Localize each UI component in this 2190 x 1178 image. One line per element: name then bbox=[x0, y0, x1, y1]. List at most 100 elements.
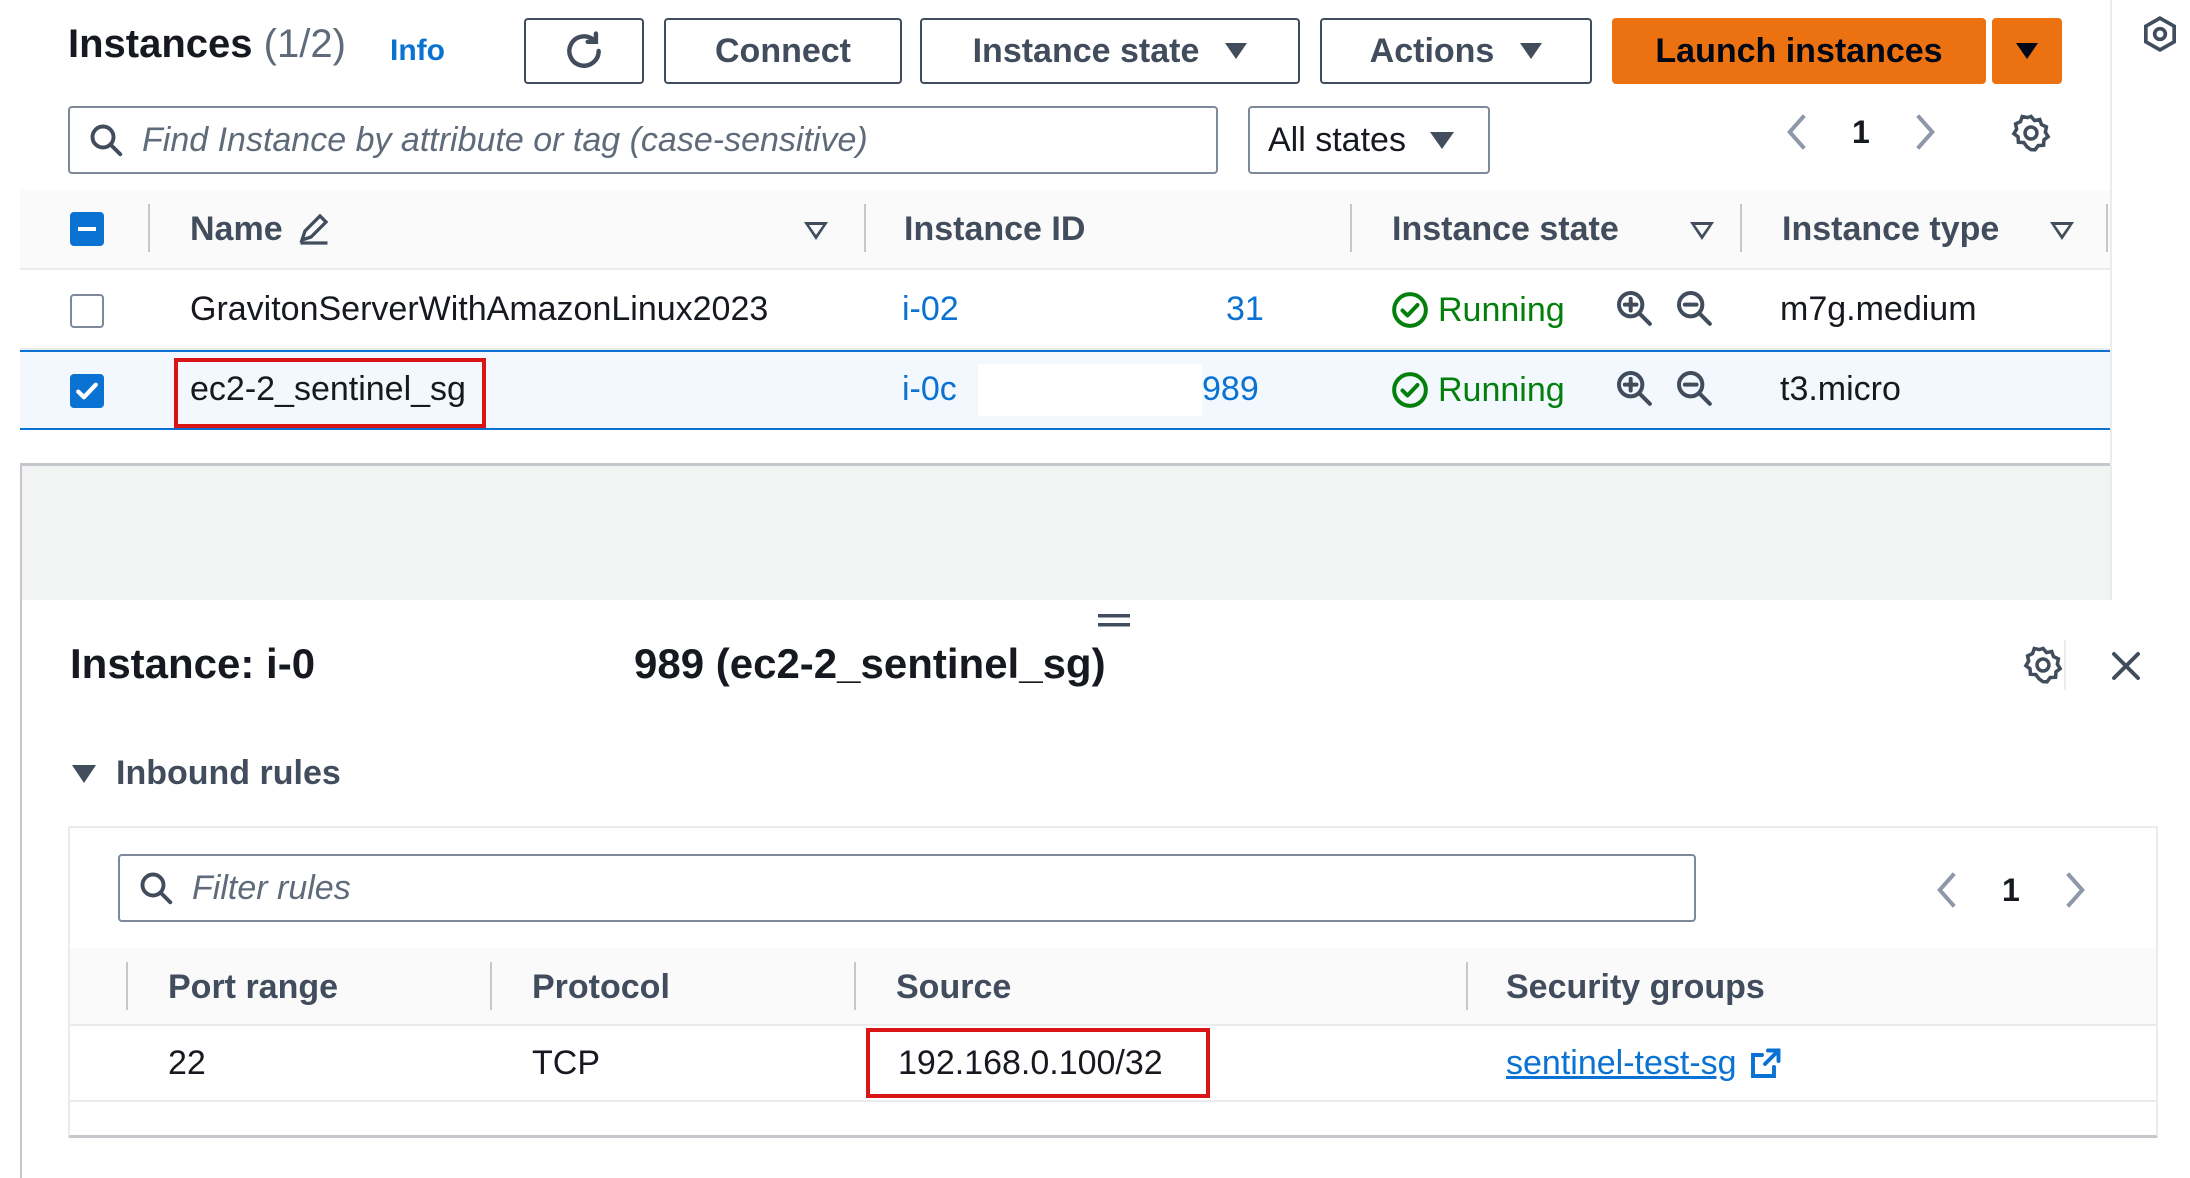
indeterminate-mark bbox=[78, 227, 96, 231]
column-separator bbox=[148, 204, 150, 252]
caret-down-icon bbox=[1520, 43, 1543, 59]
chevron-left-icon[interactable] bbox=[1936, 870, 1958, 910]
instance-id-link[interactable]: i-02 bbox=[902, 290, 959, 329]
zoom-out-icon[interactable] bbox=[1674, 368, 1714, 408]
column-header-source[interactable]: Source bbox=[896, 968, 1011, 1007]
search-placeholder: Find Instance by attribute or tag (case-… bbox=[142, 120, 868, 159]
select-all-checkbox[interactable] bbox=[70, 212, 104, 246]
column-header-instance-id[interactable]: Instance ID bbox=[904, 210, 1085, 249]
highlight-box-source bbox=[866, 1028, 1210, 1098]
rule-port-range: 22 bbox=[168, 1044, 206, 1082]
column-header-security-groups[interactable]: Security groups bbox=[1506, 968, 1765, 1007]
column-header-name[interactable]: Name bbox=[190, 210, 283, 249]
column-header-instance-type[interactable]: Instance type bbox=[1782, 210, 1999, 249]
drag-handle-icon[interactable] bbox=[1098, 612, 1130, 630]
rules-pagination: 1 bbox=[1936, 870, 2086, 910]
checkmark-icon bbox=[76, 382, 98, 400]
refresh-icon bbox=[567, 31, 601, 68]
selection-count: (1/2) bbox=[263, 22, 346, 66]
column-separator bbox=[854, 962, 856, 1010]
page-title: Instances (1/2) bbox=[68, 22, 346, 67]
redacted-area bbox=[978, 364, 1202, 416]
filter-rules-placeholder: Filter rules bbox=[192, 868, 351, 907]
search-icon bbox=[140, 872, 173, 905]
pagination: 1 bbox=[1786, 112, 1936, 152]
actions-button-label: Actions bbox=[1369, 31, 1495, 70]
sort-icon[interactable] bbox=[804, 222, 828, 240]
status-success-icon bbox=[1392, 292, 1428, 328]
instance-id-link[interactable]: i-0c bbox=[902, 370, 957, 409]
sort-icon[interactable] bbox=[1690, 222, 1714, 240]
header-divider bbox=[2064, 640, 2066, 690]
instance-search-input[interactable]: Find Instance by attribute or tag (case-… bbox=[68, 106, 1218, 174]
launch-instances-button[interactable]: Launch instances bbox=[1612, 18, 1986, 84]
info-link[interactable]: Info bbox=[390, 34, 445, 68]
column-separator bbox=[864, 204, 866, 252]
instance-id-prefix: i-02 bbox=[902, 290, 959, 328]
refresh-button[interactable] bbox=[524, 18, 644, 84]
column-separator bbox=[126, 962, 128, 1010]
column-header-port-range[interactable]: Port range bbox=[168, 968, 338, 1007]
state-filter-value: All states bbox=[1268, 120, 1406, 159]
instance-id-suffix[interactable]: 31 bbox=[1226, 290, 1264, 329]
security-group-name: sentinel-test-sg bbox=[1506, 1044, 1737, 1082]
actions-button[interactable]: Actions bbox=[1320, 18, 1592, 84]
zoom-in-icon[interactable] bbox=[1614, 288, 1654, 328]
row-checkbox[interactable] bbox=[70, 294, 104, 328]
settings-icon[interactable] bbox=[2022, 644, 2064, 686]
table-row[interactable]: GravitonServerWithAmazonLinux2023 i-02 3… bbox=[20, 270, 2110, 350]
search-icon bbox=[90, 124, 123, 157]
instance-state-button-label: Instance state bbox=[972, 31, 1200, 70]
pencil-icon bbox=[299, 213, 329, 245]
detail-title-suffix: 989 (ec2-2_sentinel_sg) bbox=[634, 640, 1106, 687]
page-number[interactable]: 1 bbox=[2002, 872, 2020, 909]
caret-down-icon bbox=[2016, 43, 2038, 59]
close-icon[interactable] bbox=[2108, 648, 2144, 684]
row-checkbox-checked[interactable] bbox=[70, 374, 104, 408]
section-title-label: Inbound rules bbox=[116, 754, 341, 792]
chevron-right-icon[interactable] bbox=[2064, 870, 2086, 910]
page-number[interactable]: 1 bbox=[1852, 114, 1870, 151]
panel-divider bbox=[2110, 0, 2112, 600]
inbound-rules-toggle[interactable]: Inbound rules bbox=[72, 754, 341, 793]
status-success-icon bbox=[1392, 372, 1428, 408]
state-filter-select[interactable]: All states bbox=[1248, 106, 1490, 174]
chevron-left-icon[interactable] bbox=[1786, 112, 1808, 152]
inbound-rules-header: Port range Protocol Source Security grou… bbox=[70, 948, 2156, 1026]
column-header-protocol[interactable]: Protocol bbox=[532, 968, 670, 1007]
instance-state-label: Running bbox=[1438, 290, 1565, 329]
instance-id-suffix[interactable]: 989 bbox=[1202, 370, 1259, 409]
column-separator bbox=[1350, 204, 1352, 252]
instance-state-button[interactable]: Instance state bbox=[920, 18, 1300, 84]
column-separator bbox=[1740, 204, 1742, 252]
column-header-instance-state[interactable]: Instance state bbox=[1392, 210, 1619, 249]
launch-instances-dropdown-button[interactable] bbox=[1992, 18, 2062, 84]
instance-state-label: Running bbox=[1438, 370, 1565, 409]
instance-name: GravitonServerWithAmazonLinux2023 bbox=[190, 290, 769, 328]
rule-protocol: TCP bbox=[532, 1044, 600, 1082]
settings-icon[interactable] bbox=[2010, 112, 2052, 154]
zoom-out-icon[interactable] bbox=[1674, 288, 1714, 328]
chevron-right-icon[interactable] bbox=[1914, 112, 1936, 152]
instance-state-status: Running bbox=[1390, 370, 1565, 410]
caret-down-icon bbox=[1429, 131, 1454, 149]
connect-button[interactable]: Connect bbox=[664, 18, 902, 84]
column-separator bbox=[1466, 962, 1468, 1010]
column-separator bbox=[490, 962, 492, 1010]
sort-icon[interactable] bbox=[2050, 222, 2074, 240]
redacted-area bbox=[966, 284, 1216, 336]
security-group-link[interactable]: sentinel-test-sg bbox=[1506, 1044, 1783, 1083]
filter-rules-input[interactable]: Filter rules bbox=[118, 854, 1696, 922]
instance-id-prefix: i-0c bbox=[902, 370, 957, 408]
redacted-area bbox=[324, 640, 624, 700]
zoom-in-icon[interactable] bbox=[1614, 368, 1654, 408]
panel-icon[interactable] bbox=[2140, 14, 2180, 54]
detail-title-prefix: Instance: i-0 bbox=[70, 640, 316, 687]
page-title-text: Instances bbox=[68, 22, 253, 66]
instances-table-header: Name Instance ID Instance state Instance… bbox=[20, 190, 2110, 270]
caret-down-icon bbox=[72, 764, 96, 783]
detail-title: Instance: i-0 bbox=[70, 640, 315, 688]
caret-down-icon bbox=[1225, 43, 1248, 59]
highlight-box-name bbox=[174, 358, 486, 428]
external-link-icon bbox=[1750, 1048, 1780, 1078]
